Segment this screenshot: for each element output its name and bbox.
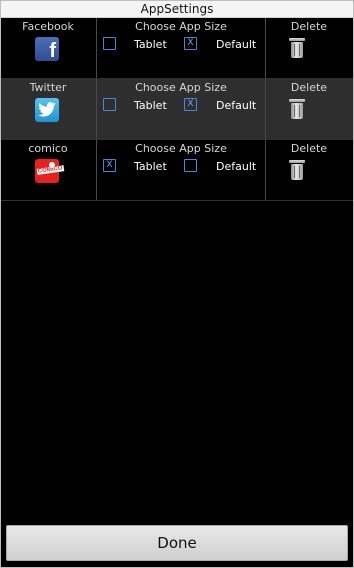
app-settings-window: AppSettings Facebook f Choose App Size T…	[0, 0, 354, 568]
app-cell: Facebook f	[1, 18, 95, 78]
done-button[interactable]: Done	[6, 525, 348, 561]
app-list: Facebook f Choose App Size Tablet X Defa…	[1, 18, 353, 201]
default-checkbox[interactable]: X	[184, 37, 197, 50]
tablet-label: Tablet	[134, 38, 167, 51]
choose-size-header: Choose App Size	[135, 81, 227, 94]
app-name: Twitter	[29, 81, 67, 94]
delete-cell: Delete	[265, 18, 353, 78]
delete-cell: Delete	[265, 140, 353, 200]
trash-icon[interactable]	[289, 38, 305, 59]
app-row-twitter[interactable]: Twitter Choose App Size Tablet X Default…	[1, 79, 353, 140]
delete-cell: Delete	[265, 79, 353, 139]
default-label: Default	[216, 99, 257, 112]
tablet-checkbox[interactable]	[103, 37, 116, 50]
default-checkbox[interactable]: X	[184, 98, 197, 111]
app-size-cell: Choose App Size Tablet X Default	[96, 18, 266, 78]
app-row-comico[interactable]: comico COMICO Choose App Size X Tablet D…	[1, 140, 353, 201]
default-label: Default	[216, 160, 257, 173]
comico-icon: COMICO	[35, 159, 64, 183]
tablet-label: Tablet	[134, 99, 167, 112]
trash-icon[interactable]	[289, 99, 305, 120]
app-row-facebook[interactable]: Facebook f Choose App Size Tablet X Defa…	[1, 18, 353, 79]
twitter-icon	[35, 98, 59, 122]
app-name: comico	[28, 142, 68, 155]
app-size-cell: Choose App Size Tablet X Default	[96, 79, 266, 139]
tablet-checkbox[interactable]	[103, 98, 116, 111]
default-checkbox[interactable]	[184, 159, 197, 172]
choose-size-header: Choose App Size	[135, 142, 227, 155]
choose-size-header: Choose App Size	[135, 20, 227, 33]
app-size-cell: Choose App Size X Tablet Default	[96, 140, 266, 200]
app-name: Facebook	[22, 20, 74, 33]
delete-label: Delete	[290, 20, 328, 33]
app-cell: comico COMICO	[1, 140, 95, 200]
delete-label: Delete	[290, 81, 328, 94]
delete-label: Delete	[290, 142, 328, 155]
tablet-checkbox[interactable]: X	[103, 159, 116, 172]
facebook-icon: f	[35, 37, 59, 62]
tablet-label: Tablet	[134, 160, 167, 173]
app-cell: Twitter	[1, 79, 95, 139]
window-title: AppSettings	[1, 1, 353, 18]
trash-icon[interactable]	[289, 160, 305, 181]
default-label: Default	[216, 38, 257, 51]
